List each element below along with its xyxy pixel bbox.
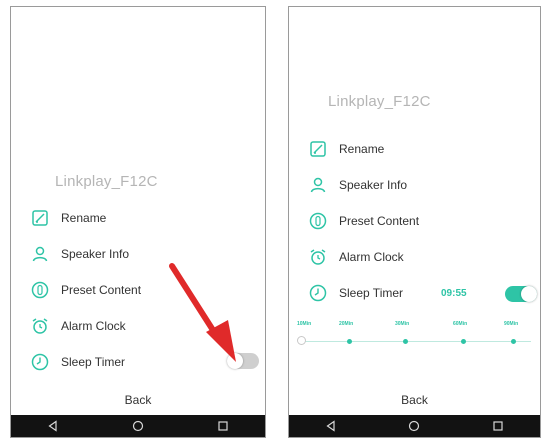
slider-step-dot	[461, 339, 466, 344]
slider-tick-label: 90Min	[504, 321, 519, 327]
recent-square-icon[interactable]	[213, 416, 233, 436]
preset-icon	[31, 281, 49, 299]
menu-item-alarm-clock[interactable]: Alarm Clock	[309, 239, 540, 275]
recent-square-icon[interactable]	[488, 416, 508, 436]
sleep-timer-toggle[interactable]	[505, 286, 537, 302]
menu-item-speaker-info[interactable]: Speaker Info	[309, 167, 540, 203]
back-triangle-icon[interactable]	[43, 416, 63, 436]
menu-item-label: Speaker Info	[61, 247, 130, 261]
menu-item-label: Sleep Timer	[61, 355, 126, 369]
slider-step-dot	[347, 339, 352, 344]
menu-item-rename[interactable]: Rename	[309, 131, 540, 167]
alarm-clock-icon	[309, 248, 327, 266]
phone-screen-right: Linkplay_F12C Rename Speaker Info Preset…	[288, 6, 541, 438]
preset-icon	[309, 212, 327, 230]
slider-tick-label: 20Min	[339, 321, 354, 327]
slider-track	[301, 341, 531, 342]
menu-item-label: Preset Content	[61, 283, 142, 297]
back-button[interactable]: Back	[11, 393, 265, 407]
clock-icon	[31, 353, 49, 371]
slider-tick-label: 10Min	[297, 321, 312, 327]
menu-item-label: Rename	[61, 211, 107, 225]
rename-icon	[31, 209, 49, 227]
menu-item-label: Speaker Info	[339, 178, 408, 192]
home-circle-icon[interactable]	[404, 416, 424, 436]
menu-item-rename[interactable]: Rename	[31, 200, 265, 236]
slider-tick-label: 60Min	[453, 321, 468, 327]
menu-item-label: Sleep Timer	[339, 286, 404, 300]
sleep-timer-value: 09:55	[441, 288, 467, 299]
menu-item-preset-content[interactable]: Preset Content	[309, 203, 540, 239]
alarm-clock-icon	[31, 317, 49, 335]
menu-item-label: Alarm Clock	[339, 250, 404, 264]
sleep-timer-slider[interactable]: 10Min 20Min 30Min 60Min 90Min	[297, 315, 535, 355]
device-name: Linkplay_F12C	[328, 93, 431, 110]
android-nav-bar	[11, 415, 265, 437]
toggle-knob	[521, 286, 537, 302]
back-triangle-icon[interactable]	[321, 416, 341, 436]
slider-step-dot	[403, 339, 408, 344]
person-icon	[31, 245, 49, 263]
slider-thumb[interactable]	[297, 336, 306, 345]
slider-step-dot	[511, 339, 516, 344]
person-icon	[309, 176, 327, 194]
annotation-arrow-icon	[169, 263, 236, 362]
clock-icon	[309, 284, 327, 302]
menu-item-label: Rename	[339, 142, 385, 156]
settings-menu: Rename Speaker Info Preset Content Alarm…	[309, 131, 540, 311]
menu-item-label: Alarm Clock	[61, 319, 126, 333]
back-button[interactable]: Back	[289, 393, 540, 407]
android-nav-bar	[289, 415, 540, 437]
home-circle-icon[interactable]	[128, 416, 148, 436]
device-name: Linkplay_F12C	[55, 173, 158, 190]
menu-item-label: Preset Content	[339, 214, 420, 228]
rename-icon	[309, 140, 327, 158]
slider-tick-label: 30Min	[395, 321, 410, 327]
